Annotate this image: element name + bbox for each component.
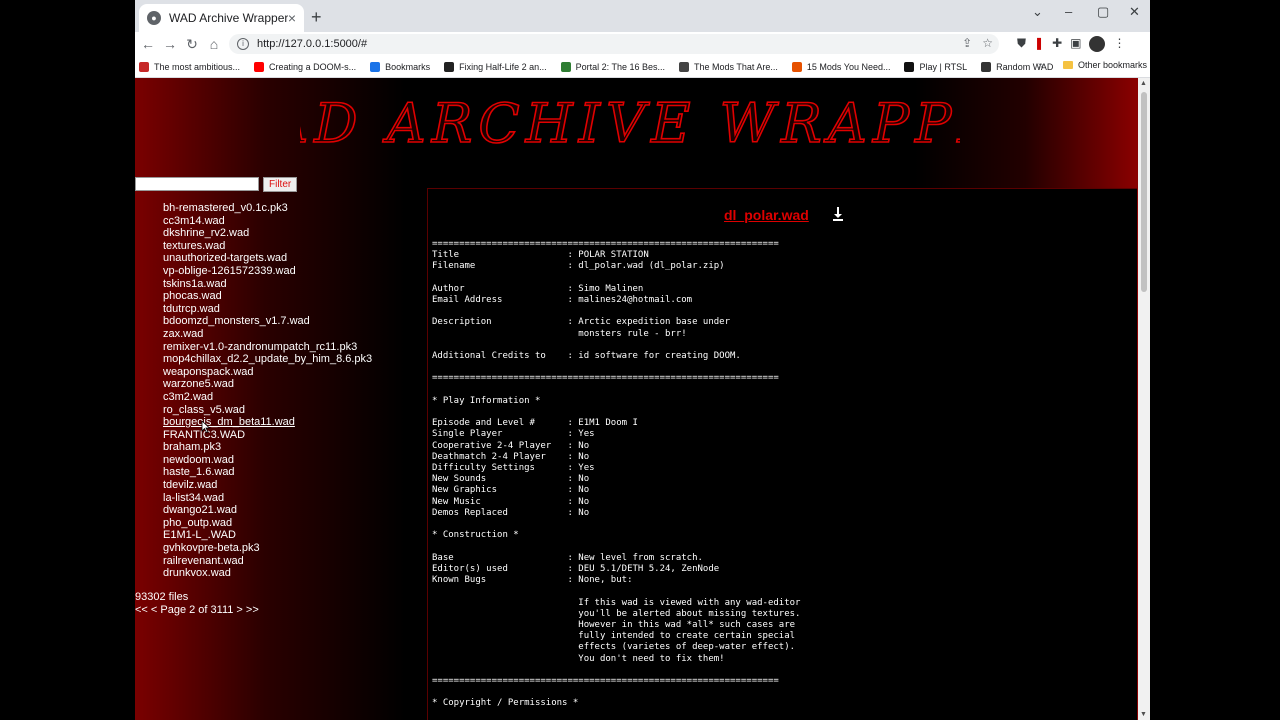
scroll-down-icon[interactable]: ▼ <box>1140 711 1147 718</box>
file-link[interactable]: phocas.wad <box>163 290 372 303</box>
file-link[interactable]: warzone5.wad <box>163 378 372 391</box>
sidebar-icon[interactable]: ▣ <box>1070 36 1081 52</box>
home-button[interactable]: ⌂ <box>203 36 225 52</box>
file-link[interactable]: mop4chillax_d2.2_update_by_him_8.6.pk3 <box>163 353 372 366</box>
avatar[interactable] <box>1089 36 1106 52</box>
file-link[interactable]: tdevilz.wad <box>163 479 372 492</box>
bookmark-favicon-icon <box>139 61 149 72</box>
bookmark-item[interactable]: Portal 2: The 16 Bes... <box>560 61 665 72</box>
info-icon[interactable]: i <box>237 38 249 50</box>
page-scrollbar[interactable]: ▲ ▼ <box>1138 78 1150 720</box>
puzzle-icon[interactable]: ✚ <box>1052 36 1062 52</box>
bookmark-item[interactable]: Creating a DOOM-s... <box>254 61 356 72</box>
file-link[interactable]: haste_1.6.wad <box>163 466 372 479</box>
file-link[interactable]: bourgeois_dm_beta11.wad <box>163 416 372 429</box>
bookmark-item[interactable]: 15 Mods You Need... <box>791 61 890 72</box>
address-bar[interactable]: i http://127.0.0.1:5000/# ⇪ ☆ <box>229 34 999 54</box>
file-link[interactable]: drunkvox.wad <box>163 567 372 580</box>
file-link[interactable]: braham.pk3 <box>163 441 372 454</box>
file-link[interactable]: FRANTIC3.WAD <box>163 429 372 442</box>
reload-button[interactable]: ↻ <box>181 36 203 53</box>
tab-strip: ● WAD Archive Wrapper × + ⌄ – ▢ ✕ <box>135 0 1150 32</box>
document-text: ========================================… <box>432 239 801 709</box>
download-link[interactable]: dl_polar.wad <box>724 207 809 223</box>
bookmark-item[interactable]: The Mods That Are... <box>679 61 778 72</box>
logo-text: WAD ARCHIVE WRAPPER <box>300 92 960 155</box>
maximize-button[interactable]: ▢ <box>1097 4 1109 20</box>
scroll-up-icon[interactable]: ▲ <box>1140 80 1147 87</box>
download-icon[interactable] <box>832 207 844 221</box>
toolbar: ← → ↻ ⌂ i http://127.0.0.1:5000/# ⇪ ☆ ⛊ … <box>135 32 1150 56</box>
file-link[interactable]: vp-oblige-1261572339.wad <box>163 265 372 278</box>
file-link[interactable]: pho_outp.wad <box>163 517 372 530</box>
new-tab-button[interactable]: + <box>311 7 322 28</box>
file-link[interactable]: tskins1a.wad <box>163 278 372 291</box>
forward-button[interactable]: → <box>159 36 181 52</box>
tab-title: WAD Archive Wrapper <box>169 11 288 25</box>
file-link[interactable]: bh-remastered_v0.1c.pk3 <box>163 202 372 215</box>
filter-input[interactable] <box>135 177 259 191</box>
minimize-button[interactable]: – <box>1065 4 1072 19</box>
file-link[interactable]: dwango21.wad <box>163 504 372 517</box>
page-viewport: WAD ARCHIVE WRAPPER Filter bh-remastered… <box>135 78 1138 720</box>
filter-button[interactable]: Filter <box>263 177 298 192</box>
back-button[interactable]: ← <box>137 36 159 52</box>
letterbox-right <box>1150 0 1280 720</box>
folder-icon <box>1063 61 1073 69</box>
file-link[interactable]: railrevenant.wad <box>163 555 372 568</box>
file-link[interactable]: weaponspack.wad <box>163 366 372 379</box>
file-link[interactable]: bdoomzd_monsters_v1.7.wad <box>163 315 372 328</box>
tab-wad-archive[interactable]: ● WAD Archive Wrapper × <box>139 4 304 32</box>
bookmark-item[interactable]: Bookmarks <box>370 61 430 72</box>
file-link[interactable]: newdoom.wad <box>163 454 372 467</box>
file-link[interactable]: cc3m14.wad <box>163 215 372 228</box>
bookmark-favicon-icon <box>981 61 992 72</box>
filter-form: Filter <box>135 177 298 192</box>
extension-shield-icon[interactable]: ⛊ <box>1017 36 1026 52</box>
file-list: bh-remastered_v0.1c.pk3 cc3m14.wad dkshrin… <box>163 202 372 580</box>
star-icon <box>370 61 381 72</box>
bookmark-item[interactable]: Play | RTSL <box>904 61 967 72</box>
close-icon[interactable]: × <box>288 10 296 26</box>
bookmark-favicon-icon <box>560 61 571 72</box>
window-close-button[interactable]: ✕ <box>1129 4 1140 20</box>
more-bookmarks-button[interactable]: » <box>1038 60 1044 71</box>
bookmark-favicon-icon <box>904 61 915 72</box>
file-link[interactable]: E1M1-L_.WAD <box>163 529 372 542</box>
file-link[interactable]: ro_class_v5.wad <box>163 404 372 417</box>
mouse-cursor-icon <box>201 421 211 433</box>
star-icon[interactable]: ☆ <box>982 36 993 50</box>
bookmark-item[interactable]: The most ambitious... <box>139 61 240 72</box>
site-logo: WAD ARCHIVE WRAPPER <box>300 92 960 156</box>
file-link[interactable]: la-list34.wad <box>163 492 372 505</box>
chevron-down-icon[interactable]: ⌄ <box>1032 4 1043 20</box>
file-link[interactable]: textures.wad <box>163 240 372 253</box>
file-link[interactable]: zax.wad <box>163 328 372 341</box>
document-panel: ========================================… <box>427 188 1137 720</box>
file-link[interactable]: dkshrine_rv2.wad <box>163 227 372 240</box>
file-link[interactable]: c3m2.wad <box>163 391 372 404</box>
file-link[interactable]: unauthorized-targets.wad <box>163 252 372 265</box>
scroll-thumb[interactable] <box>1141 92 1147 292</box>
bookmark-favicon-icon <box>791 61 802 72</box>
bookmark-favicon-icon <box>679 61 690 72</box>
file-link[interactable]: remixer-v1.0-zandronumpatch_rc11.pk3 <box>163 341 372 354</box>
pagination[interactable]: << < Page 2 of 3111 > >> <box>135 604 259 616</box>
menu-icon[interactable]: ⋮ <box>1113 36 1125 52</box>
bookmark-item[interactable]: Fixing Half-Life 2 an... <box>444 61 547 72</box>
bookmark-favicon-icon <box>444 61 455 72</box>
bookmarks-bar: The most ambitious... Creating a DOOM-s.… <box>135 56 1150 78</box>
other-bookmarks[interactable]: Other bookmarks <box>1063 60 1147 70</box>
globe-icon: ● <box>147 11 161 25</box>
file-link[interactable]: gvhkovpre-beta.pk3 <box>163 542 372 555</box>
file-count: 93302 files <box>135 591 189 603</box>
extension-bookmark-icon[interactable]: ❚ <box>1034 36 1044 52</box>
letterbox-left <box>0 0 135 720</box>
youtube-icon <box>254 61 265 72</box>
browser-window: ● WAD Archive Wrapper × + ⌄ – ▢ ✕ ← → ↻ … <box>135 0 1150 720</box>
url-text: http://127.0.0.1:5000/# <box>257 38 368 50</box>
share-icon[interactable]: ⇪ <box>962 36 972 50</box>
file-link[interactable]: tdutrcp.wad <box>163 303 372 316</box>
